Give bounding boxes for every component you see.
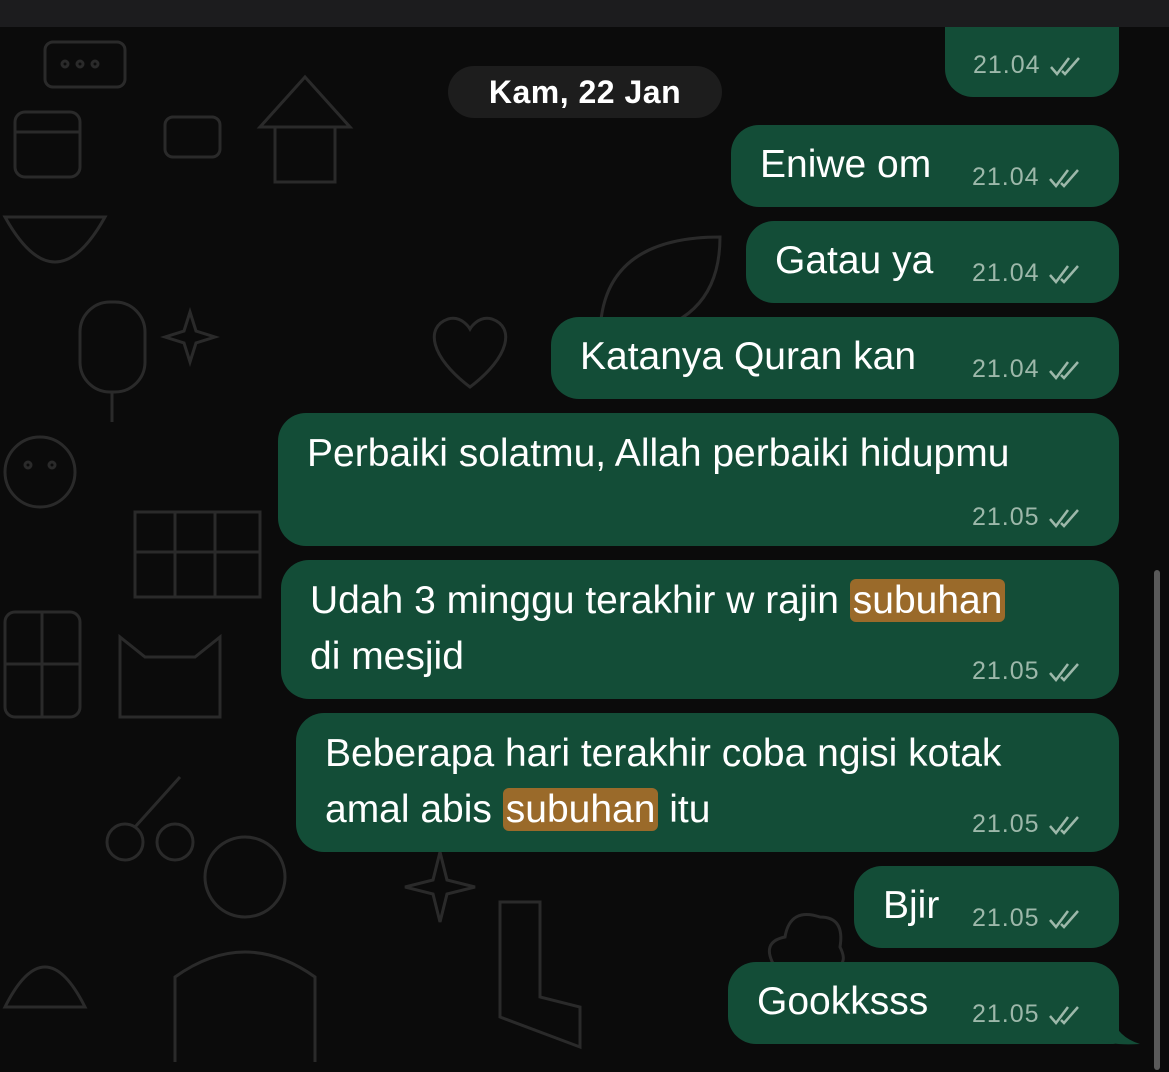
- message-bubble[interactable]: Udah 3 minggu terakhir w rajin subuhan d…: [281, 560, 1119, 699]
- message-text: Perbaiki solatmu, Allah perbaiki hidupmu: [307, 432, 1010, 475]
- scrollbar[interactable]: [1154, 570, 1160, 1070]
- message-meta: 21.05: [972, 904, 1082, 933]
- message-meta: 21.04: [972, 355, 1082, 384]
- message-text: Gatau ya: [775, 239, 934, 282]
- date-separator: Kam, 22 Jan: [448, 66, 722, 118]
- double-check-icon: [1048, 264, 1079, 284]
- double-check-icon: [1048, 360, 1079, 380]
- search-highlight: subuhan: [849, 579, 1006, 622]
- double-check-icon: [1048, 508, 1079, 528]
- message-text: Eniwe om: [760, 143, 932, 186]
- message-time: 21.04: [972, 259, 1040, 287]
- message-bubble[interactable]: Gatau ya 21.04: [746, 221, 1119, 303]
- top-bar: [0, 0, 1169, 27]
- message-time: 21.05: [972, 904, 1040, 932]
- message-text-segment: itu: [658, 788, 711, 831]
- message-meta: 21.05: [972, 1000, 1082, 1029]
- message-meta: 21.04: [973, 51, 1083, 80]
- message-time: 21.04: [972, 355, 1040, 383]
- keyboard-doodle-icon: [43, 40, 127, 89]
- message-meta: 21.04: [972, 163, 1082, 192]
- popsicle-doodle-icon: [78, 300, 147, 422]
- boot-doodle-icon: [498, 900, 582, 1050]
- star-doodle-icon: [160, 307, 220, 367]
- calculator-doodle-icon: [3, 610, 82, 719]
- double-check-icon: [1048, 909, 1079, 929]
- calendar-doodle-icon: [13, 110, 82, 179]
- person-doodle-icon: [173, 835, 317, 1062]
- double-check-icon: [1048, 1005, 1079, 1025]
- message-text-segment: Udah 3 minggu terakhir w rajin: [310, 579, 850, 622]
- camera-doodle-icon: [163, 115, 222, 159]
- double-check-icon: [1049, 56, 1080, 76]
- message-time: 21.05: [972, 657, 1040, 685]
- message-text: Bjir: [883, 884, 940, 927]
- double-check-icon: [1048, 662, 1079, 682]
- message-time: 21.04: [973, 51, 1041, 79]
- smiley-doodle-icon: [3, 435, 77, 509]
- message-meta: 21.05: [972, 810, 1082, 839]
- message-text-line: Beberapa hari terakhir coba ngisi kotak: [325, 732, 1002, 775]
- heart-doodle-icon: [432, 316, 508, 389]
- message-bubble[interactable]: Beberapa hari terakhir coba ngisi kotak …: [296, 713, 1119, 852]
- message-bubble[interactable]: Eniwe om 21.04: [731, 125, 1119, 207]
- message-meta: 21.05: [972, 503, 1082, 532]
- bubble-tail: [1096, 1010, 1140, 1045]
- taco-doodle-icon: [2, 965, 88, 1009]
- message-meta: 21.05: [972, 657, 1082, 686]
- message-meta: 21.04: [972, 259, 1082, 288]
- message-text-line: di mesjid: [310, 635, 464, 678]
- hut-doodle-icon: [256, 74, 354, 184]
- message-text-segment: amal abis: [325, 788, 503, 831]
- message-time: 21.05: [972, 1000, 1040, 1028]
- message-text-line: amal abis subuhan itu: [325, 783, 710, 837]
- double-check-icon: [1048, 168, 1079, 188]
- message-time: 21.04: [972, 163, 1040, 191]
- message-bubble[interactable]: 21.04: [945, 27, 1119, 97]
- message-time: 21.05: [972, 503, 1040, 531]
- cat-doodle-icon: [118, 633, 222, 719]
- message-text: Katanya Quran kan: [580, 335, 917, 378]
- message-time: 21.05: [972, 810, 1040, 838]
- double-check-icon: [1048, 815, 1079, 835]
- message-bubble[interactable]: Katanya Quran kan 21.04: [551, 317, 1119, 399]
- sparkle-doodle-icon: [404, 851, 476, 923]
- message-text-line: Udah 3 minggu terakhir w rajin subuhan: [310, 574, 1006, 628]
- message-text: Gookksss: [757, 980, 929, 1023]
- message-bubble[interactable]: Bjir 21.05: [854, 866, 1119, 948]
- melon-doodle-icon: [2, 215, 108, 264]
- message-bubble[interactable]: Gookksss 21.05: [728, 962, 1119, 1044]
- search-highlight: subuhan: [502, 788, 659, 831]
- message-bubble[interactable]: Perbaiki solatmu, Allah perbaiki hidupmu…: [278, 413, 1119, 546]
- crossword-doodle-icon: [133, 510, 262, 599]
